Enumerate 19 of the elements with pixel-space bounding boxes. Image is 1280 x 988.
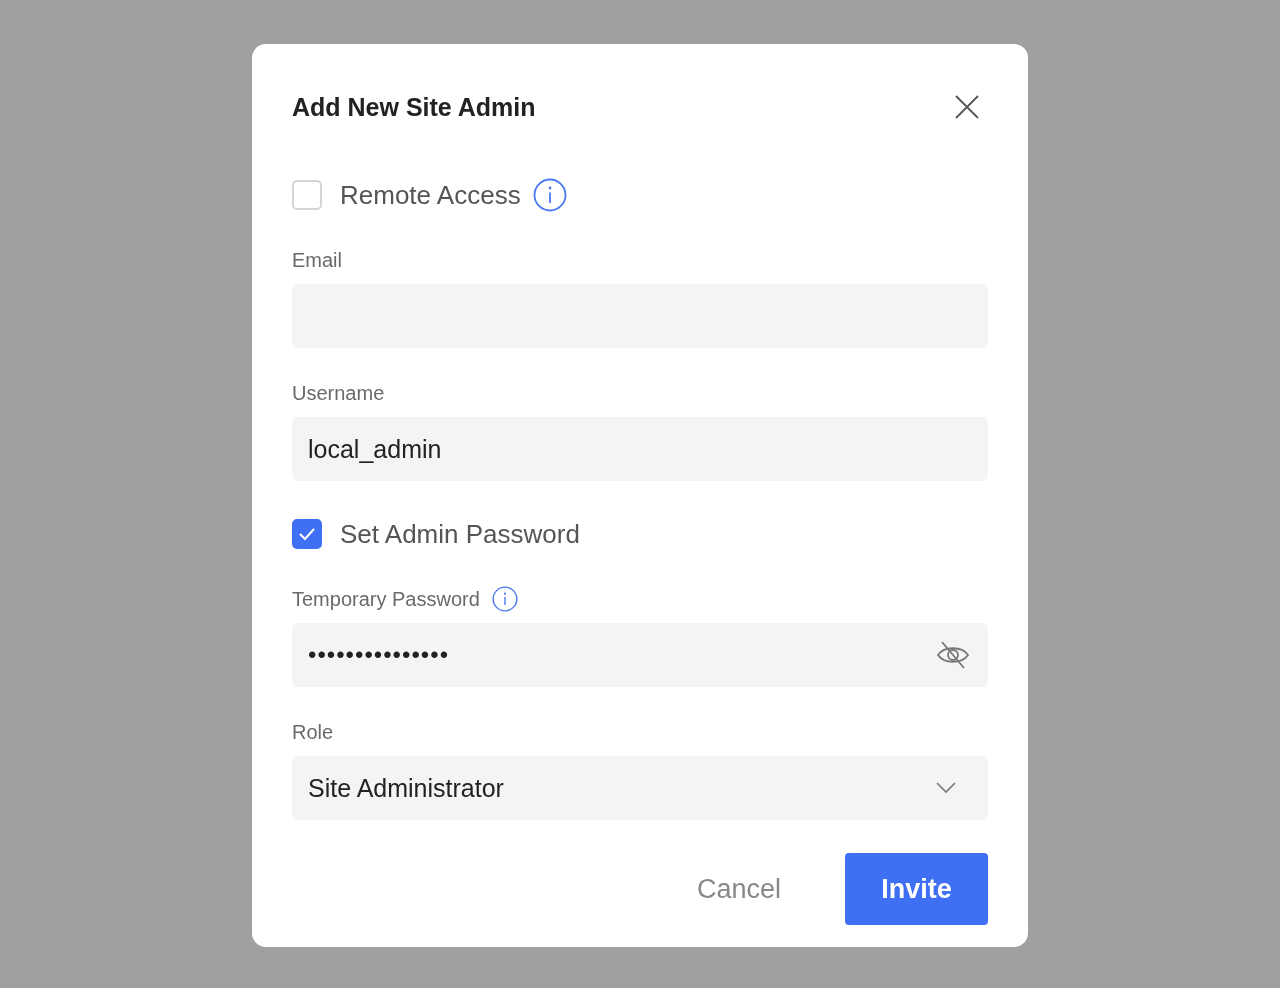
info-icon[interactable] — [491, 586, 518, 612]
checkbox-label: Set Admin Password — [340, 518, 580, 550]
field-label: Username — [292, 381, 385, 405]
field-label: Role — [292, 720, 334, 744]
role-dropdown[interactable]: Site Administrator — [292, 756, 988, 820]
cancel-button[interactable]: Cancel — [686, 863, 791, 915]
invite-button[interactable]: Invite — [845, 853, 988, 925]
check-icon — [298, 527, 316, 541]
info-icon[interactable] — [532, 178, 567, 212]
dialog-title: Add New Site Admin — [292, 92, 536, 122]
field-label: Temporary Password — [292, 587, 480, 611]
chevron-down-icon — [936, 782, 956, 794]
checkbox[interactable] — [292, 519, 322, 549]
checkbox-label: Remote Access — [340, 179, 521, 211]
input-field[interactable]: local_admin — [292, 417, 988, 481]
password-field[interactable]: ••••••••••••••• — [292, 623, 988, 687]
eye-slash-icon[interactable] — [936, 640, 970, 670]
close-icon[interactable] — [954, 94, 980, 120]
field-label: Email — [292, 248, 342, 272]
